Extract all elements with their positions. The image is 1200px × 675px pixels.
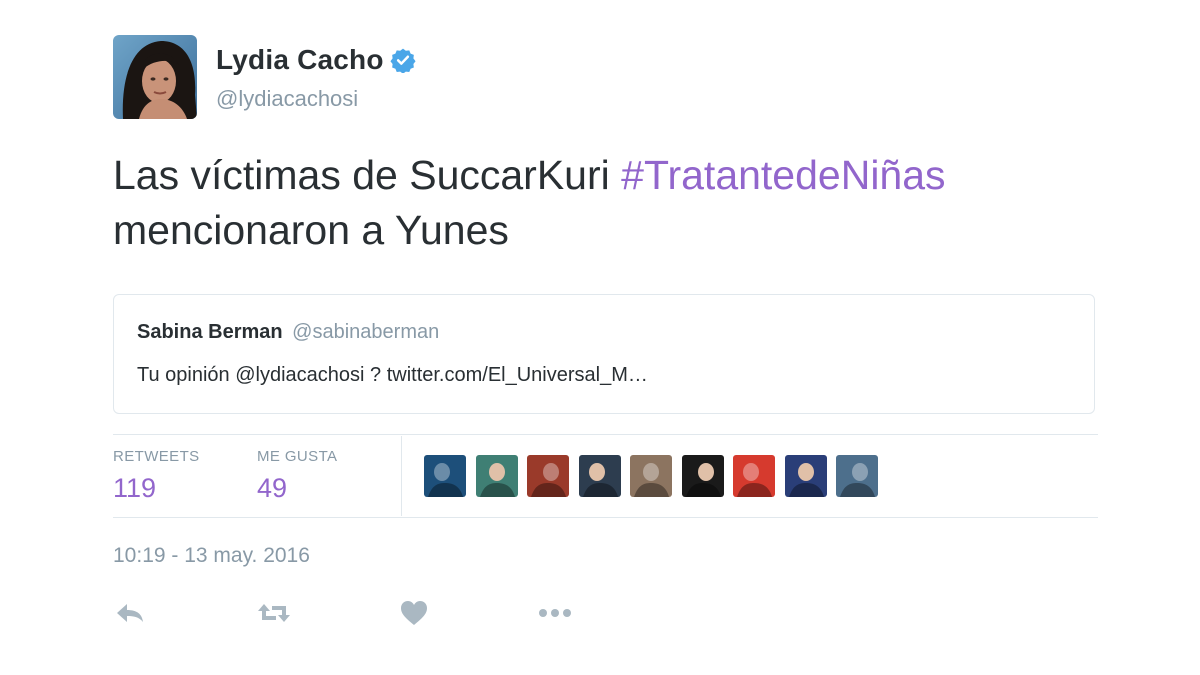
author-handle[interactable]: @lydiacachosi — [216, 86, 358, 112]
liker-avatar[interactable] — [733, 455, 775, 497]
likes-label: ME GUSTA — [257, 448, 338, 465]
liker-avatar-3 — [527, 455, 569, 497]
likes-count: 49 — [257, 473, 288, 503]
tweet-text-main: Las víctimas de SuccarKuri — [113, 152, 622, 198]
liker-avatar[interactable] — [578, 455, 621, 497]
like-button[interactable] — [396, 598, 432, 628]
tweet-text: Las víctimas de SuccarKuri #TratantedeNi… — [113, 148, 1103, 258]
liker-avatar-2 — [475, 455, 518, 497]
likers-avatars — [424, 455, 888, 497]
verified-badge-icon — [390, 47, 416, 74]
stats-bottom-divider — [113, 517, 1098, 518]
liker-avatar[interactable] — [630, 455, 672, 497]
reply-icon — [117, 604, 143, 622]
stats-separator — [401, 436, 402, 516]
reply-button[interactable] — [112, 598, 148, 628]
liker-avatar-8 — [784, 455, 827, 497]
liker-avatar-5 — [630, 455, 672, 497]
stats-top-divider — [113, 434, 1098, 435]
quoted-tweet-header: Sabina Berman @sabinaberman — [137, 321, 439, 344]
tweet-card: Lydia Cacho @lydiacachosi Las víctimas d… — [0, 0, 1200, 675]
likes-stat[interactable]: ME GUSTA 49 — [257, 448, 337, 504]
quoted-tweet[interactable]: Sabina Berman @sabinaberman Tu opinión @… — [113, 294, 1095, 414]
tweet-text-continued: mencionaron a Yunes — [113, 207, 509, 253]
liker-avatar[interactable] — [475, 455, 518, 497]
liker-avatar[interactable] — [527, 455, 569, 497]
liker-avatar-6 — [681, 455, 724, 497]
hashtag-link[interactable]: #TratantedeNiñas — [621, 152, 945, 198]
liker-avatar[interactable] — [681, 455, 724, 497]
liker-avatar[interactable] — [784, 455, 827, 497]
liker-avatar-1 — [424, 455, 466, 497]
liker-avatar[interactable] — [424, 455, 466, 497]
retweet-button[interactable] — [256, 598, 292, 628]
retweets-stat[interactable]: RETWEETS 119 — [113, 448, 200, 504]
liker-avatar-7 — [733, 455, 775, 497]
retweets-label: RETWEETS — [113, 448, 200, 465]
quoted-author-handle: @sabinaberman — [292, 321, 440, 343]
retweets-count: 119 — [113, 473, 157, 503]
liker-avatar[interactable] — [836, 455, 878, 497]
author-display-name[interactable]: Lydia Cacho — [216, 44, 384, 76]
more-button[interactable] — [537, 598, 573, 628]
heart-icon — [401, 601, 427, 625]
liker-avatar-9 — [836, 455, 878, 497]
author-name-row: Lydia Cacho — [216, 44, 416, 76]
more-icon — [539, 609, 571, 617]
retweet-icon — [258, 604, 290, 622]
quoted-tweet-text: Tu opinión @lydiacachosi ? twitter.com/E… — [137, 364, 648, 386]
liker-avatar-4 — [578, 455, 621, 497]
quoted-author-name: Sabina Berman — [137, 321, 283, 343]
author-avatar[interactable] — [113, 35, 197, 119]
tweet-timestamp[interactable]: 10:19 - 13 may. 2016 — [113, 544, 310, 568]
